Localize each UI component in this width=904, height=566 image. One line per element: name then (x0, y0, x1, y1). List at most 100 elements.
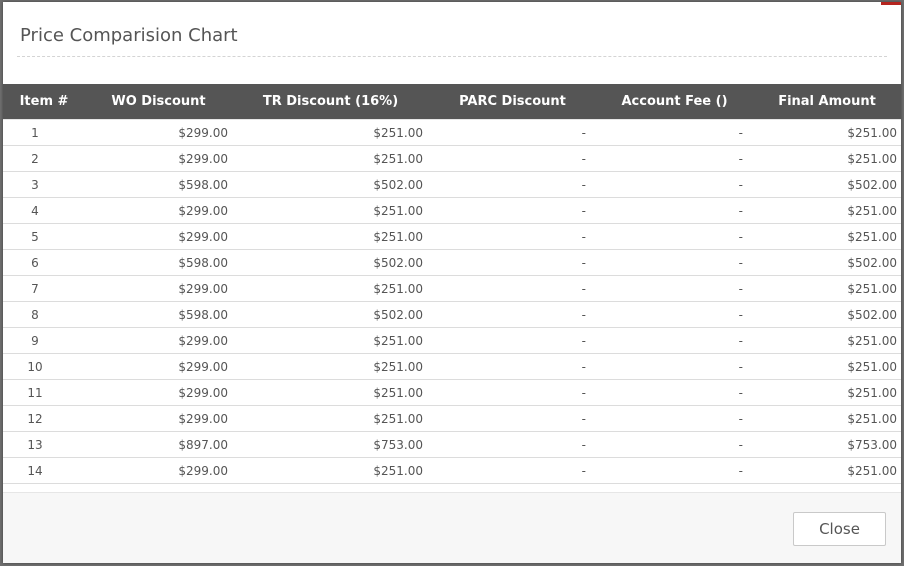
cell-final-amount: $251.00 (753, 197, 901, 224)
cell-tr-discount: $753.00 (232, 431, 429, 458)
cell-parc-discount: - (429, 353, 596, 380)
cell-item-number: 9 (3, 327, 85, 354)
cell-wo-discount: $299.00 (85, 223, 232, 250)
cell-parc-discount: - (429, 457, 596, 484)
table-row: 11 $299.00 $251.00- - $251.00 (3, 379, 901, 406)
cell-item-number: 5 (3, 223, 85, 250)
cell-tr-discount: $251.00 (232, 119, 429, 146)
table-row: 4 $299.00 $251.00- - $251.00 (3, 197, 901, 224)
cell-tr-discount: $502.00 (232, 301, 429, 328)
cell-parc-discount: - (429, 145, 596, 172)
cell-wo-discount: $598.00 (85, 249, 232, 276)
cell-item-number: 11 (3, 379, 85, 406)
price-comparison-modal: Price Comparision Chart Item # WO Discou… (3, 2, 901, 563)
cell-account-fee: - (596, 197, 753, 224)
table-row: 5 $299.00 $251.00- - $251.00 (3, 223, 901, 250)
cell-parc-discount: - (429, 119, 596, 146)
cell-tr-discount: $502.00 (232, 249, 429, 276)
cell-final-amount: $251.00 (753, 119, 901, 146)
cell-wo-discount: $299.00 (85, 327, 232, 354)
table-body: 1 $299.00 $251.00- - $251.00 2 $299.00 $251.00-… (3, 119, 901, 484)
table-row: 7 $299.00 $251.00- - $251.00 (3, 275, 901, 302)
cell-item-number: 14 (3, 457, 85, 484)
cell-final-amount: $753.00 (753, 431, 901, 458)
cell-account-fee: - (596, 171, 753, 198)
cell-parc-discount: - (429, 405, 596, 432)
cell-parc-discount: - (429, 301, 596, 328)
cell-account-fee: - (596, 119, 753, 146)
cell-account-fee: - (596, 301, 753, 328)
table-row: 13 $897.00 $753.00- - $753.00 (3, 431, 901, 458)
cell-item-number: 10 (3, 353, 85, 380)
column-header-final-amount: Final Amount (753, 84, 901, 120)
cell-account-fee: - (596, 145, 753, 172)
table-row: 14 $299.00 $251.00- - $251.00 (3, 457, 901, 484)
cell-item-number: 13 (3, 431, 85, 458)
cell-item-number: 8 (3, 301, 85, 328)
column-header-tr-discount: TR Discount (16%) (232, 84, 429, 120)
cell-item-number: 6 (3, 249, 85, 276)
cell-account-fee: - (596, 223, 753, 250)
cell-final-amount: $251.00 (753, 327, 901, 354)
cell-final-amount: $251.00 (753, 379, 901, 406)
cell-account-fee: - (596, 431, 753, 458)
cell-final-amount: $502.00 (753, 249, 901, 276)
cell-final-amount: $502.00 (753, 301, 901, 328)
cell-item-number: 1 (3, 119, 85, 146)
table-row: 2 $299.00 $251.00- - $251.00 (3, 145, 901, 172)
cell-parc-discount: - (429, 327, 596, 354)
cell-wo-discount: $598.00 (85, 171, 232, 198)
cell-wo-discount: $299.00 (85, 197, 232, 224)
price-comparison-table: Item # WO Discount TR Discount (16%) PAR… (3, 84, 901, 484)
cell-account-fee: - (596, 327, 753, 354)
table-row: 3 $598.00 $502.00- - $502.00 (3, 171, 901, 198)
table-row: 6 $598.00 $502.00- - $502.00 (3, 249, 901, 276)
cell-item-number: 4 (3, 197, 85, 224)
cell-parc-discount: - (429, 197, 596, 224)
cell-account-fee: - (596, 379, 753, 406)
cell-wo-discount: $299.00 (85, 457, 232, 484)
cell-parc-discount: - (429, 431, 596, 458)
close-button[interactable]: Close (793, 512, 886, 546)
cell-parc-discount: - (429, 223, 596, 250)
cell-final-amount: $502.00 (753, 171, 901, 198)
cell-final-amount: $251.00 (753, 223, 901, 250)
cell-wo-discount: $299.00 (85, 119, 232, 146)
column-header-account-fee: Account Fee () (596, 84, 753, 120)
cell-wo-discount: $299.00 (85, 275, 232, 302)
table-header: Item # WO Discount TR Discount (16%) PAR… (3, 84, 901, 120)
modal-header: Price Comparision Chart (3, 2, 901, 84)
cell-final-amount: $251.00 (753, 275, 901, 302)
header-divider (17, 56, 887, 57)
cell-tr-discount: $251.00 (232, 379, 429, 406)
modal-footer: Close (3, 492, 901, 563)
cell-wo-discount: $299.00 (85, 405, 232, 432)
table-row: 12 $299.00 $251.00- - $251.00 (3, 405, 901, 432)
cell-wo-discount: $299.00 (85, 145, 232, 172)
cell-account-fee: - (596, 353, 753, 380)
cell-parc-discount: - (429, 249, 596, 276)
cell-tr-discount: $251.00 (232, 405, 429, 432)
cell-parc-discount: - (429, 275, 596, 302)
cell-final-amount: $251.00 (753, 457, 901, 484)
cell-tr-discount: $251.00 (232, 327, 429, 354)
cell-account-fee: - (596, 457, 753, 484)
cell-wo-discount: $299.00 (85, 353, 232, 380)
table-row: 8 $598.00 $502.00- - $502.00 (3, 301, 901, 328)
table-row: 10 $299.00 $251.00- - $251.00 (3, 353, 901, 380)
cell-parc-discount: - (429, 171, 596, 198)
cell-account-fee: - (596, 249, 753, 276)
column-header-item: Item # (3, 84, 85, 120)
cell-final-amount: $251.00 (753, 145, 901, 172)
cell-item-number: 3 (3, 171, 85, 198)
header-row: Item # WO Discount TR Discount (16%) PAR… (3, 84, 901, 120)
cell-wo-discount: $897.00 (85, 431, 232, 458)
cell-final-amount: $251.00 (753, 353, 901, 380)
cell-account-fee: - (596, 275, 753, 302)
cell-item-number: 12 (3, 405, 85, 432)
table-row: 1 $299.00 $251.00- - $251.00 (3, 119, 901, 146)
cell-wo-discount: $598.00 (85, 301, 232, 328)
cell-tr-discount: $251.00 (232, 145, 429, 172)
cell-tr-discount: $251.00 (232, 457, 429, 484)
cell-tr-discount: $251.00 (232, 353, 429, 380)
